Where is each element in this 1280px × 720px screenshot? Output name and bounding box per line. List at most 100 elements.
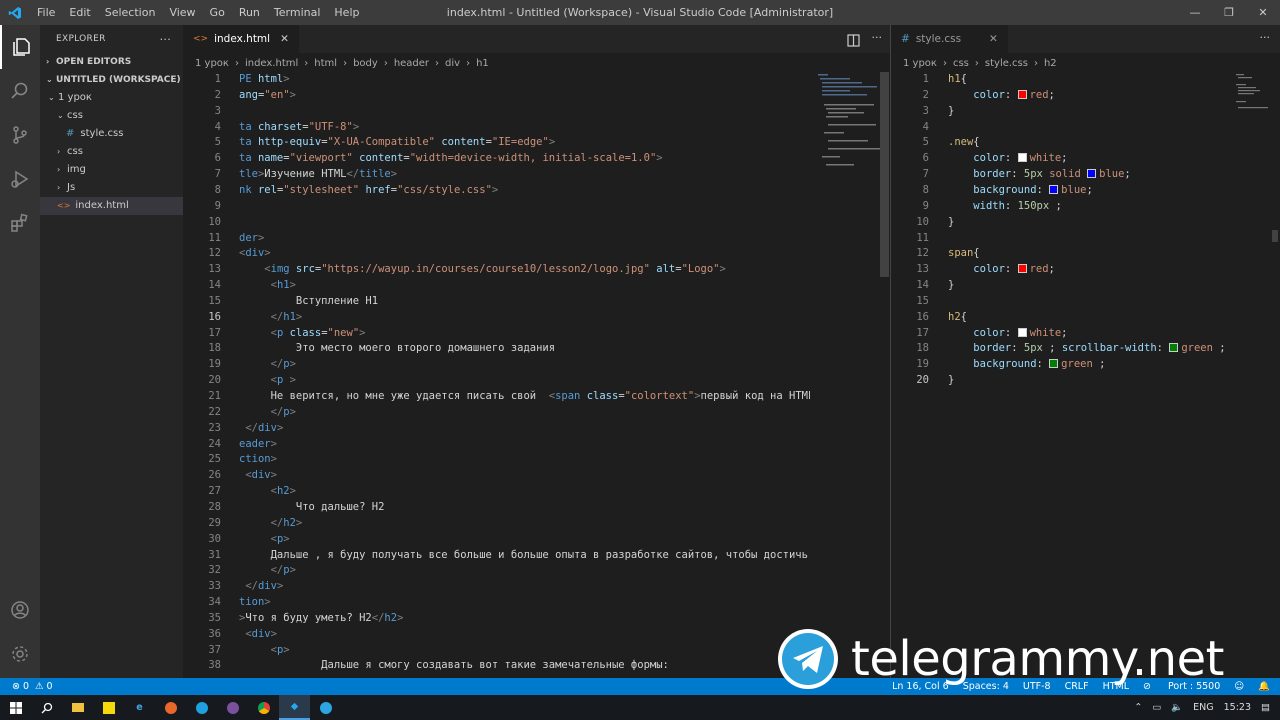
tab-style-css[interactable]: # style.css ✕ [891, 25, 1008, 53]
code-token: ; [1061, 326, 1068, 339]
code-line: </h2> [239, 516, 303, 532]
viber-icon[interactable] [217, 695, 248, 720]
keyboard-language[interactable]: ENG [1193, 702, 1213, 713]
tree-item[interactable]: › Js [40, 179, 183, 197]
menu-item-help[interactable]: Help [327, 0, 366, 25]
vertical-scrollbar[interactable] [1272, 230, 1278, 242]
breadcrumb-item[interactable]: body [353, 58, 378, 69]
file-explorer-icon[interactable] [62, 695, 93, 720]
code-token: ta [239, 136, 258, 149]
maximize-button[interactable]: ❐ [1212, 0, 1246, 25]
menu-item-terminal[interactable]: Terminal [267, 0, 328, 25]
menu-item-view[interactable]: View [162, 0, 202, 25]
settings-gear-icon[interactable] [0, 632, 40, 676]
error-count[interactable]: 0 [23, 681, 29, 692]
open-editors-section[interactable]: › OPEN EDITORS [40, 53, 183, 71]
tree-item[interactable]: › img [40, 161, 183, 179]
code-line: border: 5px solid blue; [948, 167, 1130, 183]
warnings-icon[interactable]: ⚠ [35, 681, 44, 692]
tray-chevron-icon[interactable]: ⌃ [1134, 702, 1142, 713]
search-icon[interactable] [0, 69, 40, 113]
breadcrumb-item[interactable]: html [314, 58, 337, 69]
source-control-icon[interactable] [0, 113, 40, 157]
code-line: <div> [239, 627, 277, 643]
run-debug-icon[interactable] [0, 157, 40, 201]
telegram-icon[interactable] [310, 695, 341, 720]
code-line: <img src="https://wayup.in/courses/cours… [239, 262, 726, 278]
breadcrumb-item[interactable]: h1 [476, 58, 489, 69]
split-editor-icon[interactable] [847, 32, 860, 51]
more-actions-icon[interactable]: ··· [1260, 31, 1271, 44]
breadcrumb-item[interactable]: 1 урок [195, 58, 229, 69]
chevron-down-icon: ⌄ [46, 75, 53, 84]
workspace-section[interactable]: ⌄ UNTITLED (WORKSPACE) [40, 71, 183, 89]
code-token: > [276, 580, 284, 593]
code-line: </div> [239, 421, 283, 437]
close-tab-icon[interactable]: ✕ [280, 33, 289, 45]
code-token: "css/style.css" [397, 183, 492, 196]
volume-icon[interactable]: 🔈 [1171, 702, 1183, 713]
color-swatch-icon [1017, 327, 1027, 337]
breadcrumb-item[interactable]: 1 урок [903, 58, 937, 69]
more-actions-icon[interactable]: ··· [160, 33, 171, 46]
search-icon[interactable] [31, 695, 62, 720]
chrome-icon[interactable] [248, 695, 279, 720]
tree-item[interactable]: <> index.html [40, 197, 183, 215]
css-code-editor[interactable]: 1 h1{2 color: red; 3} 4 5 .new{6 color: white… [891, 72, 1232, 678]
breadcrumb-item[interactable]: index.html [245, 58, 298, 69]
code-token: Это место моего второго домашнего задани… [239, 342, 556, 355]
watermark-text: telegrammy.net [851, 630, 1224, 687]
menu-item-selection[interactable]: Selection [98, 0, 163, 25]
notification-center-icon[interactable]: ▤ [1261, 702, 1270, 713]
minimap[interactable] [810, 72, 883, 678]
close-window-button[interactable]: ✕ [1246, 0, 1280, 25]
network-icon[interactable]: ▭ [1152, 702, 1161, 713]
minimap[interactable] [1232, 72, 1270, 678]
errors-icon[interactable]: ⊗ [12, 681, 20, 692]
menu-item-file[interactable]: File [30, 0, 62, 25]
edge-browser-icon[interactable]: e [124, 695, 155, 720]
firefox-icon[interactable] [155, 695, 186, 720]
tree-item[interactable]: # style.css [40, 125, 183, 143]
windows-start-icon[interactable] [0, 695, 31, 720]
line-number: 13 [208, 263, 221, 276]
breadcrumb-item[interactable]: header [394, 58, 429, 69]
accounts-icon[interactable] [0, 588, 40, 632]
vscode-taskbar-icon[interactable]: ◆ [279, 695, 310, 720]
code-token: { [960, 310, 967, 323]
menu-item-edit[interactable]: Edit [62, 0, 97, 25]
photo-app-icon[interactable] [93, 695, 124, 720]
breadcrumb-item[interactable]: div [445, 58, 460, 69]
code-token: color [973, 263, 1005, 276]
tab-index-html[interactable]: <> index.html ✕ [183, 25, 299, 53]
breadcrumb-item[interactable]: style.css [985, 58, 1028, 69]
close-tab-icon[interactable]: ✕ [989, 33, 998, 45]
minimize-button[interactable]: — [1178, 0, 1212, 25]
more-actions-icon[interactable]: ··· [872, 31, 883, 44]
chevron-right-icon: › [57, 165, 61, 174]
warning-count[interactable]: 0 [47, 681, 53, 692]
tree-item[interactable]: ⌄ 1 урок [40, 89, 183, 107]
code-token: ta [239, 152, 258, 165]
code-line: color: red; [948, 262, 1055, 278]
line-number: 28 [208, 500, 221, 513]
tree-item[interactable]: › css [40, 143, 183, 161]
tree-item[interactable]: ⌄ css [40, 107, 183, 125]
extensions-icon[interactable] [0, 201, 40, 245]
code-token: : [1036, 183, 1050, 196]
code-token: blue [1099, 168, 1125, 181]
skype-icon[interactable] [186, 695, 217, 720]
menu-item-run[interactable]: Run [232, 0, 267, 25]
code-token: color [973, 152, 1005, 165]
vertical-scrollbar[interactable] [880, 72, 889, 277]
html-code-editor[interactable]: 1 PE html> 2 ang="en"> 3 4 ta charset="UTF-8">… [183, 72, 810, 678]
explorer-icon[interactable] [0, 25, 40, 69]
breadcrumb-item[interactable]: h2 [1044, 58, 1057, 69]
clock[interactable]: 15:23 [1224, 702, 1251, 713]
menu-item-go[interactable]: Go [203, 0, 232, 25]
code-token: "UTF-8" [308, 120, 353, 133]
breadcrumb-item[interactable]: css [953, 58, 969, 69]
code-token: scrollbar-width [1061, 342, 1157, 355]
